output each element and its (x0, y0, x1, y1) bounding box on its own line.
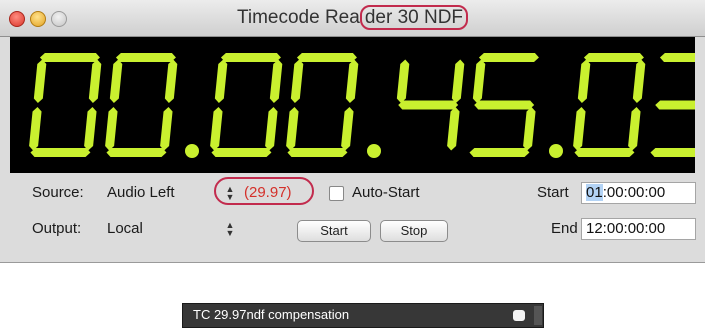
digit-segment (39, 53, 100, 62)
digit-segment (478, 53, 539, 62)
digit-segment (523, 107, 536, 151)
digit-segment (628, 107, 641, 151)
controls-panel: Source: Audio Left ▲ ▼ (29.97) Auto-Start… (0, 174, 705, 262)
compensation-menu-item[interactable]: TC 29.97ndf compensation (182, 303, 544, 328)
digit-segment (265, 107, 278, 151)
auto-start-label[interactable]: Auto-Start (352, 184, 420, 201)
digit-segment (577, 59, 591, 103)
frame-rate-label: (29.97) (244, 184, 292, 201)
digit-segment (286, 107, 299, 151)
digit-segment (574, 148, 635, 157)
seven-segment-display (29, 53, 695, 158)
timecode-reader-window: Timecode Rea der 30 NDF Source: Audio Lef… (0, 0, 705, 263)
digit-segment (160, 107, 173, 151)
start-button[interactable]: Start (297, 220, 371, 242)
stop-button[interactable]: Stop (380, 220, 448, 242)
digit-segment (29, 107, 42, 151)
digit-segment (220, 53, 281, 62)
output-popup-arrows-icon[interactable]: ▲ ▼ (225, 221, 235, 239)
end-field-label: End (551, 220, 578, 237)
separator-dot (549, 144, 563, 158)
digit-segment (469, 148, 530, 157)
digit-segment (296, 53, 357, 62)
timecode-display (10, 37, 695, 173)
digit-segment (88, 59, 102, 103)
digit-segment (214, 59, 228, 103)
digit-segment (655, 100, 695, 110)
digit-segment (105, 107, 118, 151)
digit-segment (447, 107, 460, 151)
digit-segment (115, 53, 176, 62)
digit-segment (573, 107, 586, 151)
digit-segment (109, 59, 123, 103)
digit-segment (451, 59, 465, 103)
digit-segment (396, 59, 410, 103)
digit-segment (474, 100, 535, 110)
digit-segment (211, 148, 272, 157)
digit-segment (345, 59, 359, 103)
title-bar[interactable]: Timecode Rea der 30 NDF (0, 0, 705, 37)
separator-dot (367, 144, 381, 158)
title-highlight: der 30 NDF (359, 5, 469, 30)
digit-segment (632, 59, 646, 103)
digit-segment (287, 148, 348, 157)
start-field-label: Start (537, 184, 569, 201)
window-title: Timecode Rea der 30 NDF (0, 0, 705, 36)
start-field-selected: 01 (586, 184, 603, 201)
digit-segment (583, 53, 644, 62)
digit-segment (341, 107, 354, 151)
title-prefix: Timecode Rea (236, 7, 360, 28)
source-label: Source: (32, 184, 84, 201)
digit-segment (269, 59, 283, 103)
digit-segment (472, 59, 486, 103)
menu-scrollbar[interactable] (534, 306, 542, 325)
digit-segment (210, 107, 223, 151)
digit-segment (33, 59, 47, 103)
digit-segment (650, 148, 695, 157)
end-timecode-field[interactable]: 12:00:00:00 (581, 218, 696, 240)
source-popup-value[interactable]: Audio Left (107, 184, 175, 201)
output-label: Output: (32, 220, 82, 237)
compensation-toggle-icon[interactable] (513, 310, 525, 321)
auto-start-checkbox[interactable] (329, 186, 344, 201)
digit-segment (659, 53, 695, 62)
digit-segment (164, 59, 178, 103)
digit-segment (398, 100, 459, 110)
start-field-rest: :00:00:00 (602, 184, 666, 201)
separator-dot (185, 144, 199, 158)
digit-segment (84, 107, 97, 151)
digit-segment (30, 148, 91, 157)
start-timecode-field[interactable]: 01:00:00:00 (581, 182, 696, 204)
output-popup-value[interactable]: Local (107, 220, 143, 237)
digit-segment (290, 59, 304, 103)
compensation-label: TC 29.97ndf compensation (193, 307, 350, 322)
digit-segment (106, 148, 167, 157)
